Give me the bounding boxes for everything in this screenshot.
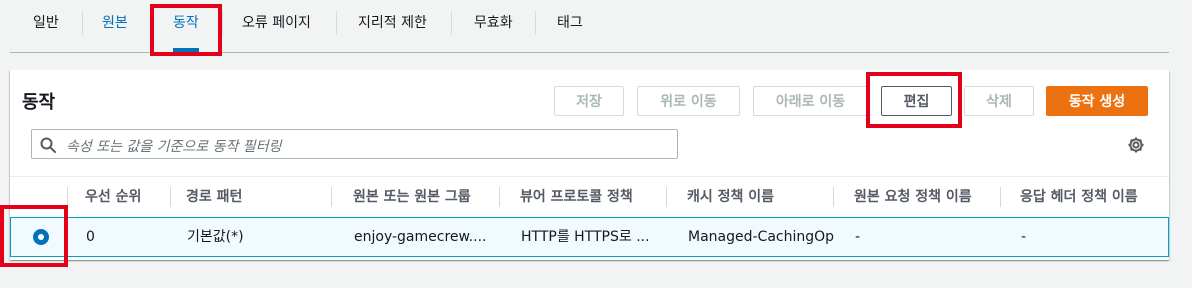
tab-origins[interactable]: 원본 (102, 0, 128, 46)
edit-button[interactable]: 편집 (881, 86, 952, 116)
column-divider (1000, 187, 1001, 207)
column-header-origin-request-policy[interactable]: 원본 요청 정책 이름 (854, 177, 972, 217)
cell-cache-policy: Managed-CachingOptir (688, 229, 834, 245)
tab-behaviors[interactable]: 동작 (173, 0, 199, 52)
tab-geographic-restrictions[interactable]: 지리적 제한 (358, 0, 427, 46)
cell-origin-request-policy: - (855, 229, 861, 245)
cell-response-headers-policy: - (1021, 229, 1027, 245)
tab-general[interactable]: 일반 (33, 0, 59, 46)
column-header-viewer-protocol[interactable]: 뷰어 프로토콜 정책 (520, 177, 633, 217)
column-divider (833, 187, 834, 207)
move-up-button[interactable]: 위로 이동 (637, 86, 740, 116)
column-divider (67, 187, 68, 207)
column-divider (666, 187, 667, 207)
delete-button[interactable]: 삭제 (964, 86, 1034, 116)
column-divider (331, 187, 332, 207)
gear-icon[interactable] (1127, 136, 1145, 154)
cell-path-pattern: 기본값(*) (187, 229, 244, 245)
cell-viewer-protocol: HTTP를 HTTPS로 ... (521, 229, 650, 245)
column-header-origin[interactable]: 원본 또는 원본 그룹 (353, 177, 471, 217)
column-divider (170, 187, 171, 207)
tab-error-pages[interactable]: 오류 페이지 (242, 0, 311, 46)
tab-tags[interactable]: 태그 (557, 0, 583, 46)
tab-bar: 일반 원본 동작 오류 페이지 지리적 제한 무효화 태그 (10, 0, 1169, 53)
column-header-priority[interactable]: 우선 순위 (85, 177, 141, 217)
tab-divider (82, 11, 83, 35)
column-header-cache-policy[interactable]: 캐시 정책 이름 (687, 177, 774, 217)
tab-divider (451, 11, 452, 35)
filter-search-input[interactable]: 속성 또는 값을 기준으로 동작 필터링 (31, 129, 678, 159)
column-header-response-headers-policy[interactable]: 응답 헤더 정책 이름 (1020, 177, 1138, 217)
create-behavior-button[interactable]: 동작 생성 (1046, 86, 1148, 116)
tab-invalidations[interactable]: 무효화 (474, 0, 513, 46)
tab-divider (336, 11, 337, 35)
column-header-path-pattern[interactable]: 경로 패턴 (186, 177, 242, 217)
cell-origin: enjoy-gamecrew.... (354, 229, 487, 245)
move-down-button[interactable]: 아래로 이동 (753, 86, 868, 116)
tab-divider (222, 11, 223, 35)
save-button[interactable]: 저장 (554, 86, 624, 116)
table-header: 우선 순위 경로 패턴 원본 또는 원본 그룹 뷰어 프로토콜 정책 캐시 정책… (10, 176, 1169, 217)
panel-title: 동작 (22, 92, 56, 113)
cell-priority: 0 (86, 229, 95, 245)
search-placeholder: 속성 또는 값을 기준으로 동작 필터링 (66, 139, 282, 155)
search-icon (40, 137, 56, 153)
tab-divider (535, 11, 536, 35)
tab-divider (152, 11, 153, 35)
row-select-radio[interactable] (33, 229, 49, 245)
column-divider (499, 187, 500, 207)
table-row[interactable]: 0 기본값(*) enjoy-gamecrew.... HTTP를 HTTPS로… (10, 217, 1169, 257)
